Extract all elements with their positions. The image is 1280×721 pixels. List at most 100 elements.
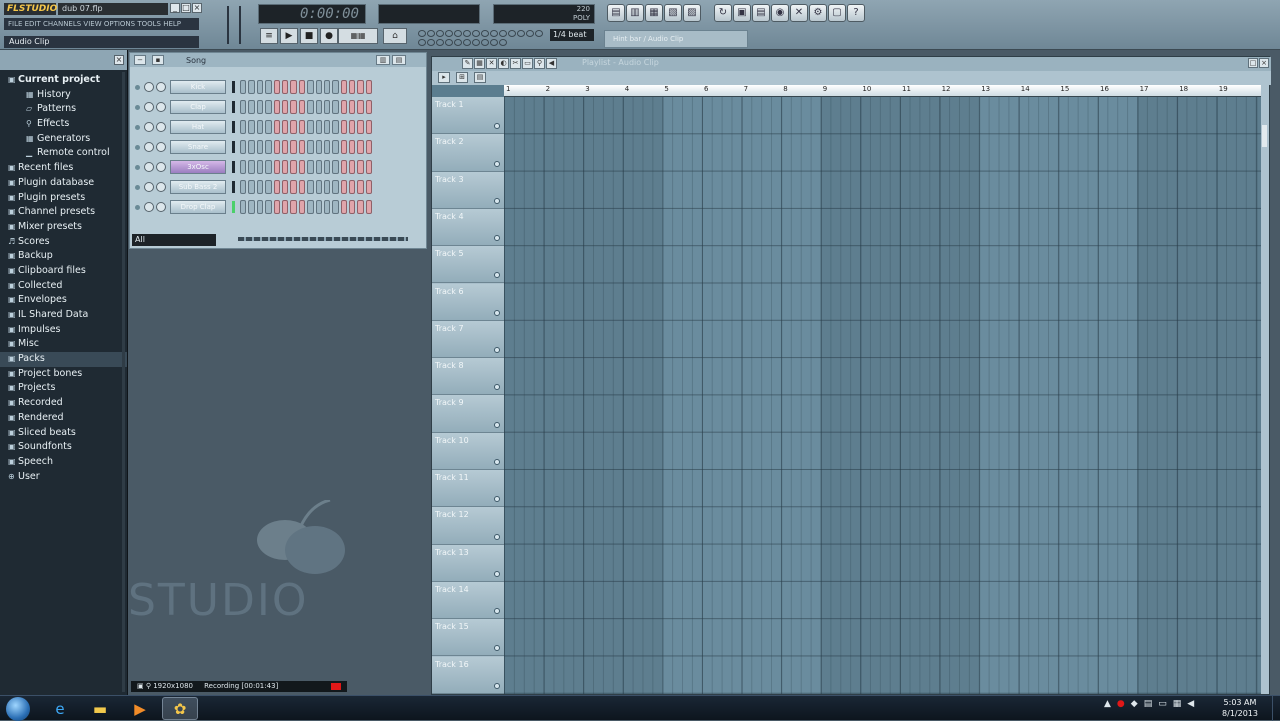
step-button[interactable] <box>281 200 289 214</box>
step-button[interactable] <box>256 160 264 174</box>
step-button[interactable] <box>281 140 289 154</box>
step-button[interactable] <box>281 160 289 174</box>
step-button[interactable] <box>315 200 322 214</box>
step-button[interactable] <box>307 200 314 214</box>
file-explorer-icon[interactable]: ▬ <box>82 697 118 720</box>
channel-select-led[interactable] <box>232 81 235 93</box>
step-button[interactable] <box>323 100 331 114</box>
step-button[interactable] <box>240 200 247 214</box>
step-button[interactable] <box>365 180 373 194</box>
step-button[interactable] <box>357 140 364 154</box>
channel-select-led[interactable] <box>232 161 235 173</box>
step-button[interactable] <box>273 120 280 134</box>
browser-icon[interactable]: ▧ <box>664 4 682 22</box>
pan-knob[interactable] <box>144 122 154 132</box>
browser-item[interactable]: ▣ Project bones <box>0 367 127 382</box>
taskbar-clock[interactable]: 5:03 AM 8/1/2013 <box>1220 697 1260 719</box>
step-button[interactable] <box>240 100 247 114</box>
step-button[interactable] <box>332 180 339 194</box>
step-button[interactable] <box>315 160 322 174</box>
step-button[interactable] <box>248 120 255 134</box>
step-button[interactable] <box>290 140 297 154</box>
volume-knob[interactable] <box>156 82 166 92</box>
step-button[interactable] <box>265 200 272 214</box>
step-button[interactable] <box>340 100 348 114</box>
channel-active-icon[interactable] <box>135 145 140 150</box>
step-button[interactable] <box>256 140 264 154</box>
track-header[interactable]: Track 11 <box>432 470 504 508</box>
step-button[interactable] <box>315 120 322 134</box>
step-button[interactable] <box>340 160 348 174</box>
keyboard-editor-icon[interactable]: ▤ <box>392 55 406 65</box>
step-button[interactable] <box>357 200 364 214</box>
track-header[interactable]: Track 9 <box>432 395 504 433</box>
main-menu[interactable]: FILE EDIT CHANNELS VIEW OPTIONS TOOLS HE… <box>4 18 199 30</box>
tray-record-icon[interactable]: ● <box>1117 699 1125 709</box>
browser-item[interactable]: ▣ Packs <box>0 352 127 367</box>
browser-item[interactable]: ▣ Mixer presets <box>0 220 127 235</box>
step-button[interactable] <box>307 120 314 134</box>
step-button[interactable] <box>256 180 264 194</box>
step-button[interactable] <box>273 100 280 114</box>
browser-item[interactable]: ▣ Soundfonts <box>0 440 127 455</box>
step-button[interactable] <box>349 100 356 114</box>
mute-tool-icon[interactable]: ◐ <box>498 58 509 69</box>
help-icon[interactable]: ▢ <box>828 4 846 22</box>
step-button[interactable] <box>365 80 373 94</box>
step-button[interactable] <box>298 200 306 214</box>
step-button[interactable] <box>365 160 373 174</box>
step-button[interactable] <box>315 100 322 114</box>
step-button[interactable] <box>290 100 297 114</box>
channel-name-button[interactable]: Sub Bass 2 <box>170 180 226 194</box>
step-button[interactable] <box>256 200 264 214</box>
step-button[interactable] <box>240 80 247 94</box>
volume-knob[interactable] <box>156 182 166 192</box>
playback-tool-icon[interactable]: ◀ <box>546 58 557 69</box>
step-button[interactable] <box>290 200 297 214</box>
track-header[interactable]: Track 8 <box>432 358 504 396</box>
step-button[interactable] <box>281 120 289 134</box>
playlist-grid[interactable] <box>504 97 1262 694</box>
tray-network-icon[interactable]: ▤ <box>1144 699 1153 709</box>
browser-item[interactable]: ▣ Backup <box>0 249 127 264</box>
step-button[interactable] <box>307 180 314 194</box>
show-desktop-button[interactable] <box>1272 696 1280 721</box>
step-button[interactable] <box>273 80 280 94</box>
step-button[interactable] <box>281 80 289 94</box>
browser-item[interactable]: ▣ Channel presets <box>0 205 127 220</box>
channel-active-icon[interactable] <box>135 105 140 110</box>
media-player-icon[interactable]: ▶ <box>122 697 158 720</box>
track-mute-icon[interactable] <box>494 682 500 689</box>
step-button[interactable] <box>265 180 272 194</box>
step-button[interactable] <box>340 80 348 94</box>
browser-item[interactable]: ▣ Recent files <box>0 161 127 176</box>
browser-item[interactable]: ▣ Projects <box>0 381 127 396</box>
browser-item[interactable]: ▱ Patterns <box>0 102 127 117</box>
browser-item[interactable]: ▣ Speech <box>0 455 127 470</box>
browser-item[interactable]: ▣ Misc <box>0 337 127 352</box>
step-button[interactable] <box>307 80 314 94</box>
step-button[interactable] <box>365 100 373 114</box>
pan-knob[interactable] <box>144 142 154 152</box>
track-mute-icon[interactable] <box>494 608 500 615</box>
channel-select-led[interactable] <box>232 201 235 213</box>
channel-name-button[interactable]: Snare <box>170 140 226 154</box>
track-header[interactable]: Track 5 <box>432 246 504 284</box>
step-scrollbar[interactable] <box>238 237 408 241</box>
channel-active-icon[interactable] <box>135 205 140 210</box>
step-button[interactable] <box>332 80 339 94</box>
channel-name-button[interactable]: Kick <box>170 80 226 94</box>
step-button[interactable] <box>290 80 297 94</box>
record-icon[interactable]: ◉ <box>771 4 789 22</box>
step-button[interactable] <box>315 180 322 194</box>
pattern-selector[interactable]: ▦▦ <box>338 28 378 44</box>
step-button[interactable] <box>248 140 255 154</box>
browser-item[interactable]: ▣ Plugin database <box>0 176 127 191</box>
step-button[interactable] <box>290 160 297 174</box>
track-mute-icon[interactable] <box>494 533 500 540</box>
track-mute-icon[interactable] <box>494 123 500 130</box>
graph-editor-icon[interactable]: ▥ <box>376 55 390 65</box>
step-button[interactable] <box>248 180 255 194</box>
step-button[interactable] <box>349 200 356 214</box>
track-mute-icon[interactable] <box>494 421 500 428</box>
